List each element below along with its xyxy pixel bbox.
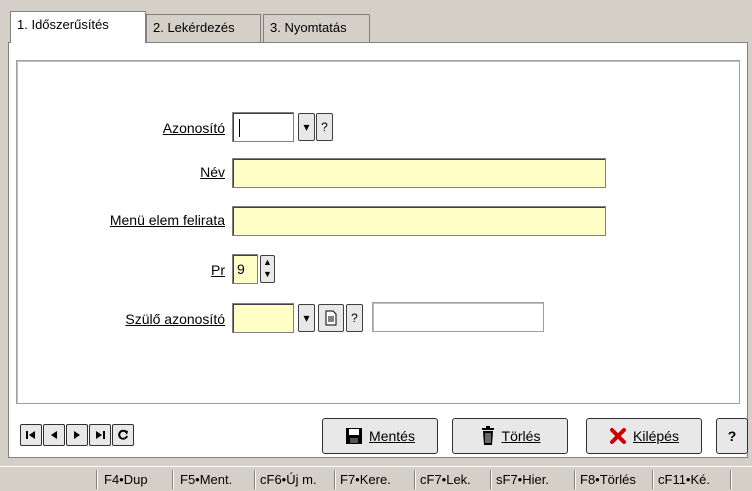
- azonosito-dropdown-button[interactable]: ▾: [298, 113, 315, 141]
- szulo-display-field: [372, 302, 544, 332]
- status-cf7-lek[interactable]: cF7•Lek.: [420, 472, 471, 487]
- delete-button[interactable]: Törlés: [452, 418, 568, 454]
- help-glyph: ?: [321, 120, 328, 134]
- menu-elem-label: Menü elem felirata: [109, 212, 225, 228]
- tab-nyomtatas[interactable]: 3. Nyomtatás: [263, 14, 370, 42]
- refresh-icon: [118, 429, 128, 440]
- status-cf6-uj[interactable]: cF6•Új m.: [260, 472, 317, 487]
- exit-label: Kilépés: [633, 428, 679, 444]
- next-record-button[interactable]: [66, 424, 88, 446]
- nev-input[interactable]: [232, 158, 606, 188]
- status-f8-torles[interactable]: F8•Törlés: [580, 472, 636, 487]
- save-disk-icon: [346, 428, 363, 444]
- last-record-icon: [96, 431, 105, 439]
- azonosito-input[interactable]: [232, 112, 294, 142]
- prev-record-button[interactable]: [43, 424, 65, 446]
- red-x-icon: [610, 428, 627, 444]
- save-label: Mentés: [369, 428, 415, 444]
- status-sf7-hier[interactable]: sF7•Hier.: [496, 472, 549, 487]
- help-label: ?: [727, 428, 737, 444]
- pr-label: Pr: [211, 262, 225, 278]
- pr-input[interactable]: 9: [232, 254, 258, 284]
- last-record-button[interactable]: [89, 424, 111, 446]
- next-record-icon: [74, 431, 80, 439]
- szulo-dropdown-button[interactable]: ▾: [298, 304, 315, 332]
- trash-icon: [481, 426, 494, 445]
- tab-label: 2. Lekérdezés: [153, 20, 235, 35]
- dropdown-arrow-icon: ▾: [303, 311, 310, 325]
- spin-icon: ▲ ▼: [263, 257, 272, 279]
- exit-button[interactable]: Kilépés: [586, 418, 702, 454]
- status-f4-dup[interactable]: F4•Dup: [104, 472, 148, 487]
- dropdown-arrow-icon: ▾: [303, 120, 310, 134]
- szulo-label: Szülő azonosító: [125, 311, 225, 327]
- tab-label: 1. Időszerűsítés: [17, 17, 109, 32]
- szulo-input[interactable]: [232, 303, 294, 333]
- nev-label: Név: [200, 164, 225, 180]
- delete-label: Törlés: [501, 428, 541, 444]
- status-f5-ment[interactable]: F5•Ment.: [180, 472, 232, 487]
- azonosito-help-button[interactable]: ?: [316, 113, 333, 141]
- menu-elem-input[interactable]: [232, 206, 606, 236]
- help-button[interactable]: ?: [716, 418, 748, 454]
- first-record-button[interactable]: [20, 424, 42, 446]
- tab-lekerdezes[interactable]: 2. Lekérdezés: [146, 14, 261, 42]
- status-f7-kere[interactable]: F7•Kere.: [340, 472, 391, 487]
- save-button[interactable]: Mentés: [322, 418, 438, 454]
- document-icon: [325, 310, 337, 326]
- status-cf11-ke[interactable]: cF11•Ké.: [658, 472, 710, 487]
- refresh-button[interactable]: [112, 424, 134, 446]
- szulo-document-button[interactable]: [318, 304, 344, 332]
- szulo-help-button[interactable]: ?: [346, 304, 363, 332]
- help-glyph: ?: [351, 311, 358, 325]
- azonosito-label: Azonosító: [162, 120, 225, 136]
- pr-spin-button[interactable]: ▲ ▼: [260, 255, 275, 283]
- prev-record-icon: [51, 431, 57, 439]
- tab-idoszerusites[interactable]: 1. Időszerűsítés: [10, 11, 146, 43]
- tab-label: 3. Nyomtatás: [270, 20, 347, 35]
- first-record-icon: [26, 431, 35, 439]
